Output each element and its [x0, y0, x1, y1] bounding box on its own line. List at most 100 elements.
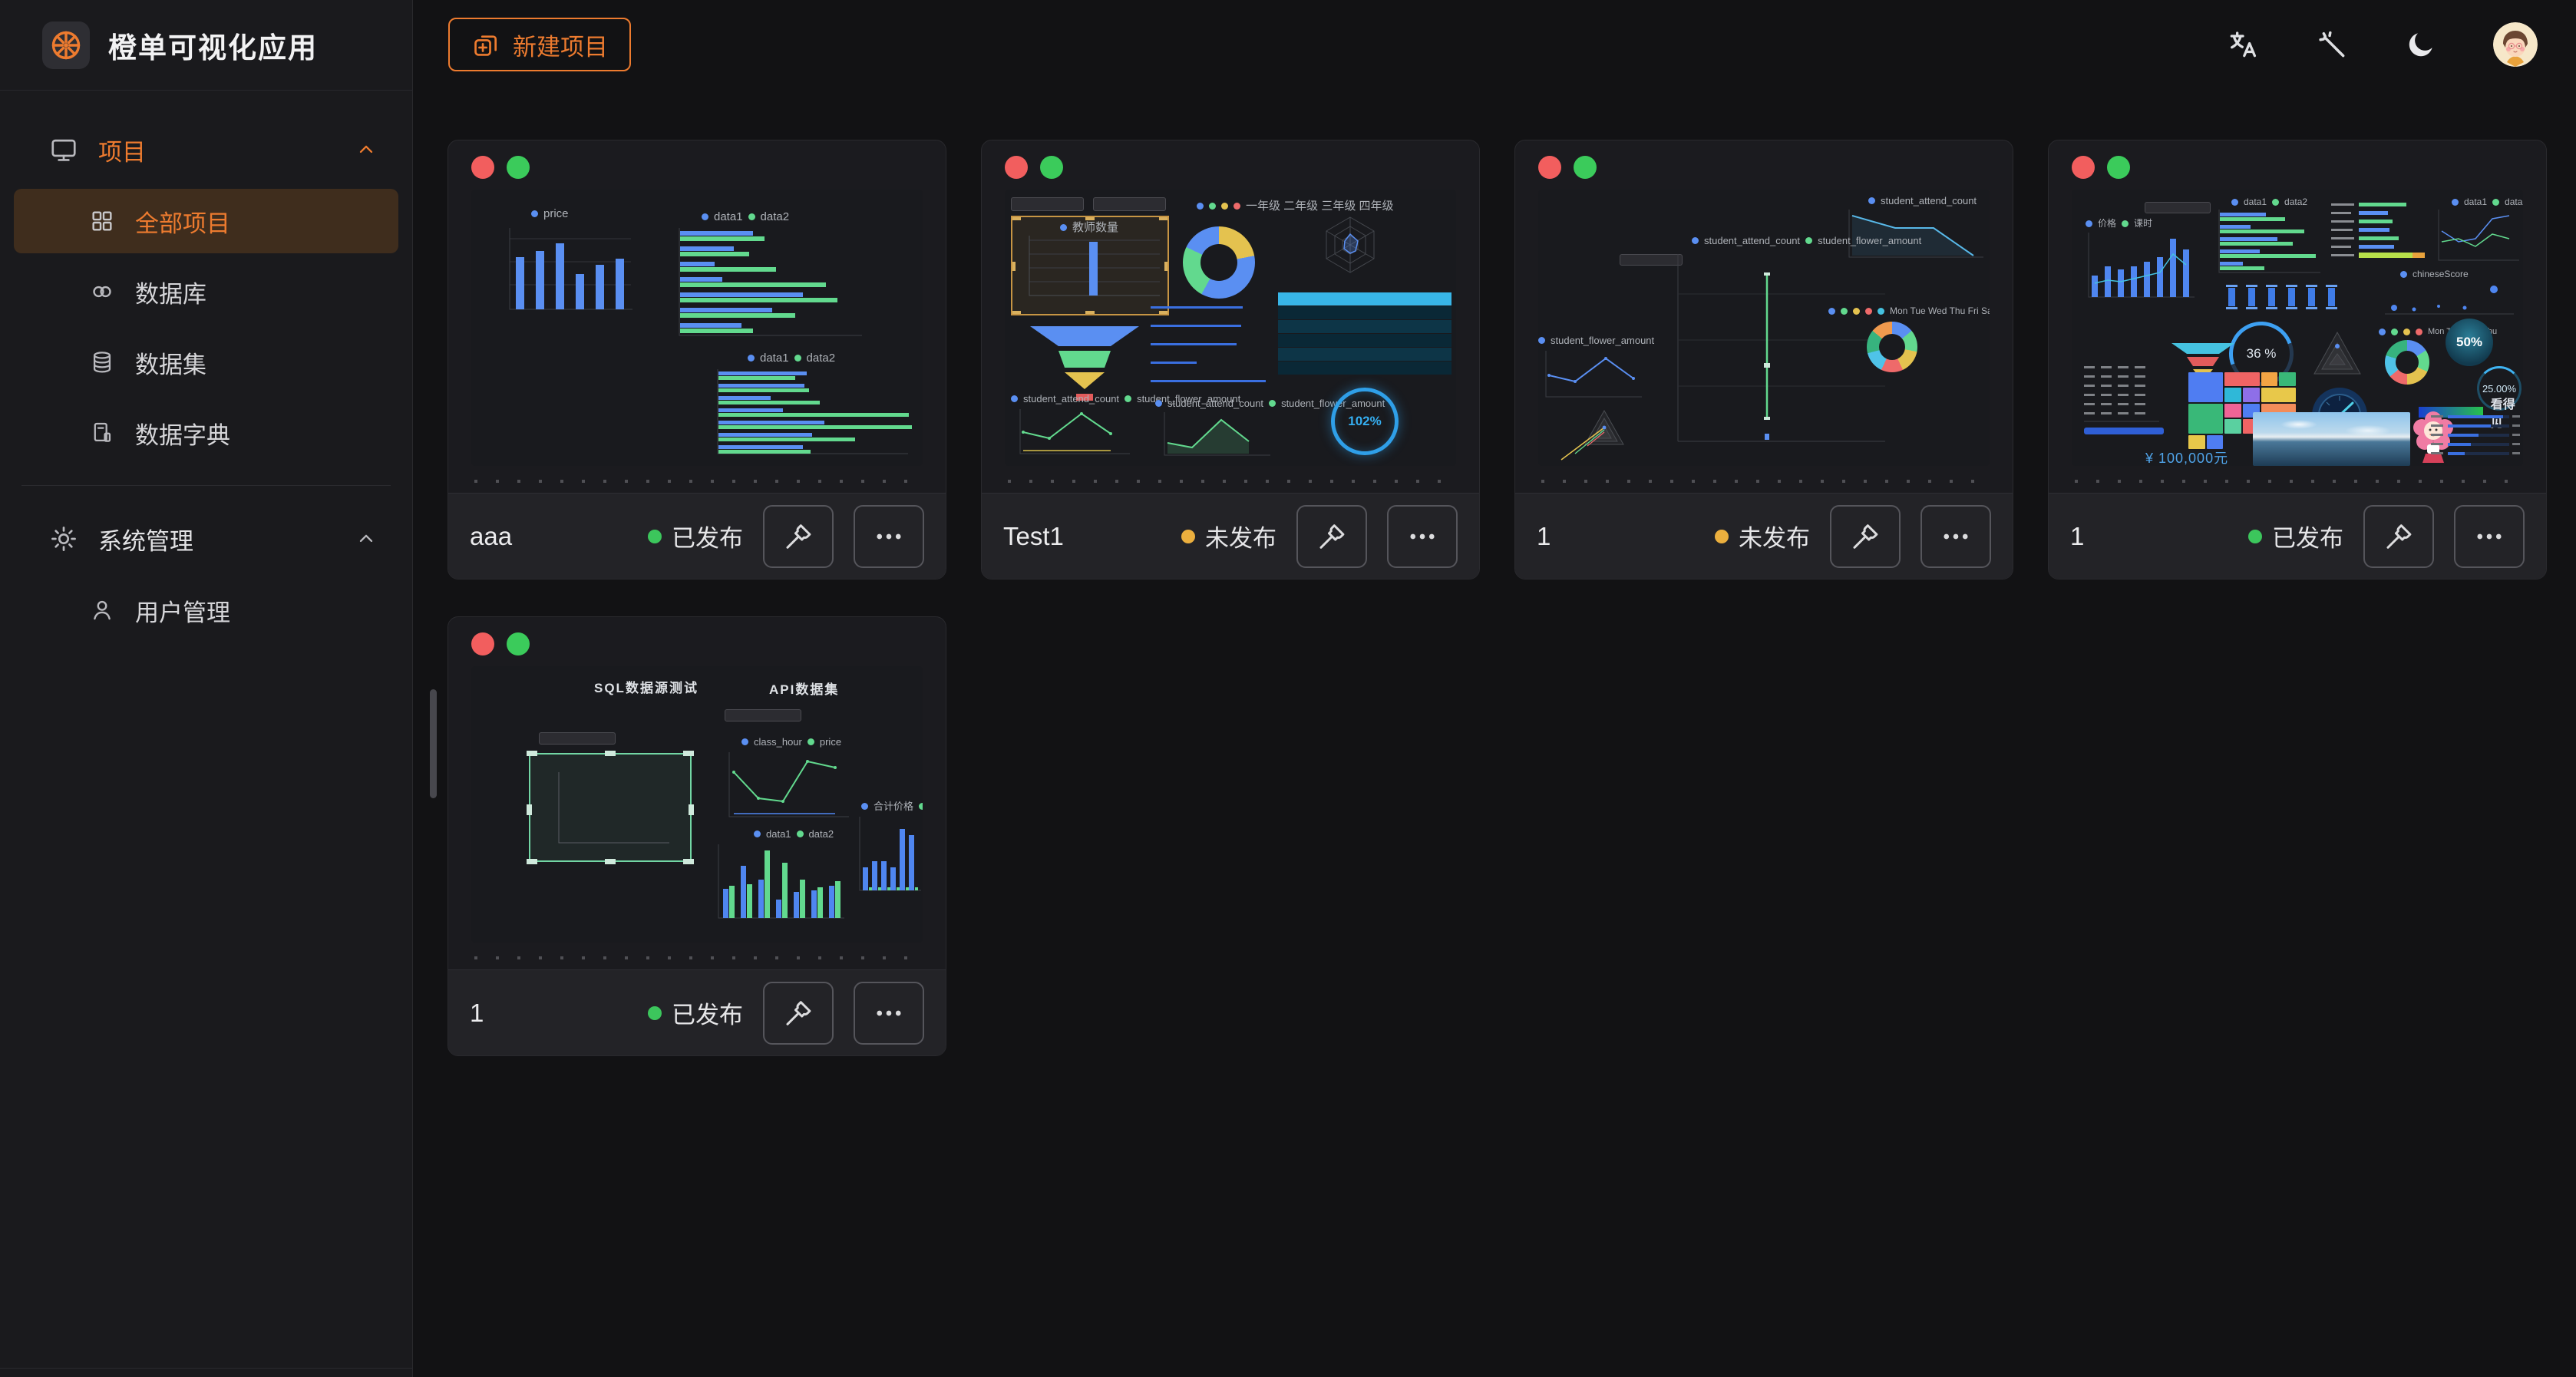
dots-ruler	[2075, 480, 2520, 483]
red-dot	[471, 156, 494, 179]
user-icon	[89, 597, 115, 623]
card-body: student_attend_count student_attend_coun…	[1515, 140, 2013, 493]
mini-legend: class_hour price	[741, 737, 841, 747]
mini-legend: 合计价格 课时	[861, 801, 923, 811]
ellipsis-icon	[1406, 520, 1438, 553]
edit-project-button[interactable]	[1830, 505, 1901, 568]
mini-legend: Mon Tue Wed Thu Fri Sat Sun	[1828, 306, 1990, 315]
hammer-icon	[782, 520, 814, 553]
mini-labeled-bars	[2331, 200, 2428, 268]
selected-widget: 教师数量	[1011, 216, 1169, 315]
sidebar-item-data-dictionary[interactable]: 数据字典	[14, 401, 398, 465]
status-label: 已发布	[672, 519, 743, 553]
document-icon	[89, 420, 115, 446]
sidebar-group-projects[interactable]: 项目	[14, 117, 398, 183]
mini-bar-line-chart	[2081, 230, 2198, 306]
project-card[interactable]: student_attend_count student_attend_coun…	[1514, 140, 2013, 580]
status-dot	[648, 530, 662, 543]
traffic-dots	[1538, 156, 1990, 179]
mini-legend: data1 data2	[754, 829, 834, 839]
traffic-dots	[2072, 156, 2523, 179]
edit-project-button[interactable]	[763, 982, 834, 1045]
project-card[interactable]: SQL数据源测试 API数据集	[447, 616, 946, 1056]
status-label: 未发布	[1205, 519, 1276, 553]
green-dot	[507, 156, 530, 179]
mini-percentage: 50%	[2446, 319, 2493, 366]
mini-progress-list	[1151, 306, 1273, 382]
dashboard-preview: 一年级 二年级 三年级 四年级 教师数量	[1005, 190, 1456, 466]
status-dot	[648, 1006, 662, 1020]
user-avatar[interactable]	[2493, 22, 2538, 67]
more-actions-button[interactable]	[854, 505, 924, 568]
sidebar-divider	[21, 485, 391, 486]
mini-grid-table	[2082, 363, 2184, 440]
project-name: 1	[2070, 522, 2084, 551]
mini-table	[1278, 292, 1451, 375]
mini-dropdown	[1093, 197, 1166, 211]
traffic-dots	[471, 632, 923, 655]
more-actions-button[interactable]	[1920, 505, 1991, 568]
mini-pyramid-chart	[2302, 329, 2373, 380]
project-card[interactable]: price data1 data2	[447, 140, 946, 580]
mini-radar-chart	[1551, 406, 1658, 464]
scrollbar-thumb[interactable]	[430, 689, 437, 798]
card-footer: 1 已发布	[2049, 493, 2546, 579]
hammer-icon	[782, 997, 814, 1029]
mini-dropdown	[725, 709, 801, 722]
sidebar-item-label: 数据集	[135, 345, 206, 380]
mini-legend: data1 data2	[748, 352, 835, 364]
more-actions-button[interactable]	[854, 982, 924, 1045]
mini-line-chart	[2432, 208, 2522, 268]
card-footer: 1 未发布	[1515, 493, 2013, 579]
green-dot	[1040, 156, 1063, 179]
app-logo	[42, 21, 90, 69]
more-actions-button[interactable]	[1387, 505, 1458, 568]
mini-scatter-chart	[1630, 248, 1891, 464]
edit-project-button[interactable]	[1296, 505, 1367, 568]
red-dot	[2072, 156, 2095, 179]
ellipsis-icon	[2473, 520, 2505, 553]
ellipsis-icon	[873, 520, 905, 553]
hammer-icon	[1849, 520, 1881, 553]
app-window: 橙单可视化应用 项目	[0, 0, 2576, 1377]
edit-project-button[interactable]	[763, 505, 834, 568]
mini-legend: student_attend_count	[1868, 196, 1977, 206]
traffic-dots	[1005, 156, 1456, 179]
project-card[interactable]: 价格 课时	[2048, 140, 2547, 580]
dots-ruler	[474, 480, 920, 483]
sidebar-item-all-projects[interactable]: 全部项目	[14, 189, 398, 253]
sidebar-item-user-management[interactable]: 用户管理	[14, 578, 398, 642]
card-body: price data1 data2	[448, 140, 946, 493]
moon-icon[interactable]	[2404, 28, 2438, 61]
status-label: 已发布	[672, 996, 743, 1030]
dashboard-preview: 价格 课时	[2072, 190, 2523, 466]
database-icon	[89, 349, 115, 375]
mini-line-chart	[718, 749, 853, 826]
topbar-icons	[2226, 22, 2538, 67]
mini-line-chart	[1011, 406, 1134, 463]
sidebar-item-datasets[interactable]: 数据集	[14, 330, 398, 395]
language-icon[interactable]	[2226, 28, 2260, 61]
mini-title: API数据集	[769, 679, 839, 698]
mini-donut-chart	[2385, 340, 2429, 385]
gear-icon	[49, 524, 78, 553]
mini-legend: price	[531, 208, 569, 220]
card-body: 价格 课时	[2049, 140, 2546, 493]
mini-legend: chineseScore	[2400, 269, 2469, 279]
magic-wand-icon[interactable]	[2315, 28, 2349, 61]
mini-photo	[2253, 412, 2410, 466]
sidebar-group-system[interactable]: 系统管理	[14, 506, 398, 572]
new-project-button[interactable]: 新建项目	[448, 18, 631, 71]
more-actions-button[interactable]	[2454, 505, 2525, 568]
orange-wheel-icon	[48, 28, 84, 63]
mini-bar-chart	[709, 841, 847, 935]
mini-legend: data1 data2	[2452, 197, 2523, 206]
edit-project-button[interactable]	[2363, 505, 2434, 568]
mini-legend: 价格 课时	[2086, 219, 2152, 228]
dashboard-preview: student_attend_count student_attend_coun…	[1538, 190, 1990, 466]
sidebar-item-databases[interactable]: 数据库	[14, 259, 398, 324]
mini-dropdown	[2145, 202, 2211, 213]
dashboard-preview: price data1 data2	[471, 190, 923, 466]
project-card[interactable]: 一年级 二年级 三年级 四年级 教师数量	[981, 140, 1480, 580]
green-dot	[1574, 156, 1597, 179]
